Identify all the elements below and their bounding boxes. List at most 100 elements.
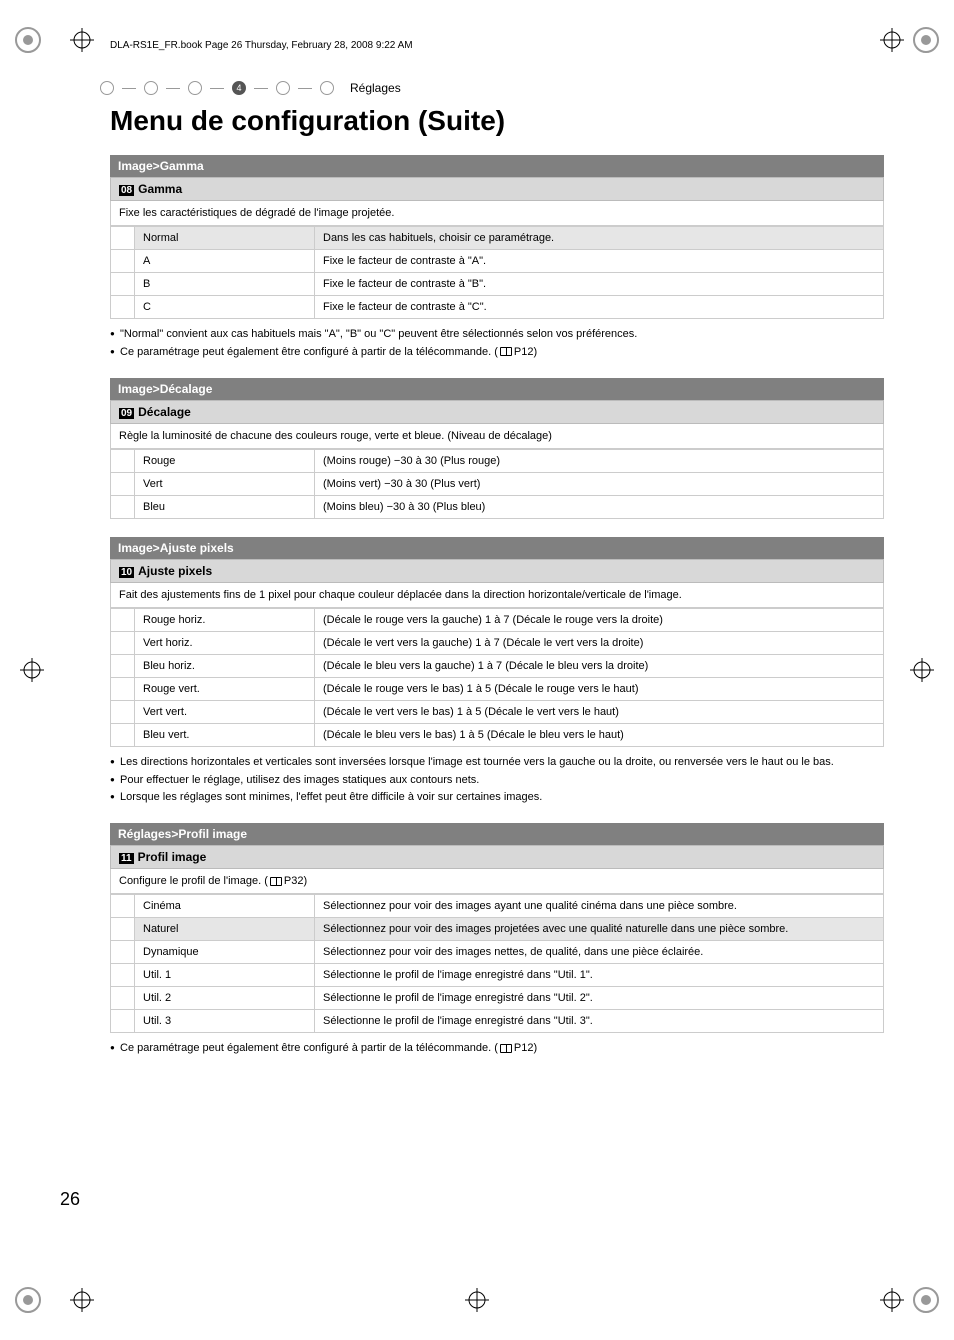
- crop-mark-icon: [70, 28, 94, 52]
- option-desc: (Décale le rouge vers la gauche) 1 à 7 (…: [315, 608, 884, 631]
- option-desc: Sélectionnez pour voir des images projet…: [315, 918, 884, 941]
- subheader-label: Décalage: [138, 405, 191, 419]
- option-name: Util. 3: [135, 1010, 315, 1033]
- notes-list: Ce paramétrage peut également être confi…: [110, 1041, 884, 1056]
- option-desc: Dans les cas habituels, choisir ce param…: [315, 227, 884, 250]
- notes-list: "Normal" convient aux cas habituels mais…: [110, 327, 884, 360]
- option-name: Rouge: [135, 449, 315, 472]
- option-name: Bleu horiz.: [135, 654, 315, 677]
- table-row: Util. 3Sélectionne le profil de l'image …: [111, 1010, 884, 1033]
- options-table: CinémaSélectionnez pour voir des images …: [110, 894, 884, 1033]
- option-name: Dynamique: [135, 941, 315, 964]
- section-header: Réglages>Profil image: [110, 823, 884, 845]
- section-description: Configure le profil de l'image. (P32): [110, 869, 884, 894]
- corner-ornament-icon: [12, 1284, 44, 1316]
- option-name: Rouge horiz.: [135, 608, 315, 631]
- option-desc: (Moins rouge) −30 à 30 (Plus rouge): [315, 449, 884, 472]
- option-name: Vert horiz.: [135, 631, 315, 654]
- table-row: CinémaSélectionnez pour voir des images …: [111, 895, 884, 918]
- crop-mark-icon: [70, 1288, 94, 1312]
- option-name: Util. 2: [135, 987, 315, 1010]
- table-row: BFixe le facteur de contraste à "B".: [111, 273, 884, 296]
- table-row: NormalDans les cas habituels, choisir ce…: [111, 227, 884, 250]
- option-desc: (Moins vert) −30 à 30 (Plus vert): [315, 472, 884, 495]
- option-desc: Fixe le facteur de contraste à "C".: [315, 296, 884, 319]
- section-header: Image>Ajuste pixels: [110, 537, 884, 559]
- table-row: Util. 1Sélectionne le profil de l'image …: [111, 964, 884, 987]
- section-subheader: 08 Gamma: [110, 177, 884, 201]
- option-desc: Sélectionne le profil de l'image enregis…: [315, 987, 884, 1010]
- crop-mark-icon: [465, 1288, 489, 1312]
- nav-step-icon: [320, 81, 334, 95]
- option-name: Util. 1: [135, 964, 315, 987]
- table-row: Bleu(Moins bleu) −30 à 30 (Plus bleu): [111, 495, 884, 518]
- options-table: Rouge(Moins rouge) −30 à 30 (Plus rouge)…: [110, 449, 884, 519]
- table-row: NaturelSélectionnez pour voir des images…: [111, 918, 884, 941]
- note-item: "Normal" convient aux cas habituels mais…: [110, 327, 884, 342]
- nav-step-icon: [276, 81, 290, 95]
- page-title: Menu de configuration (Suite): [110, 105, 894, 137]
- table-row: Bleu horiz.(Décale le bleu vers la gauch…: [111, 654, 884, 677]
- option-desc: (Moins bleu) −30 à 30 (Plus bleu): [315, 495, 884, 518]
- nav-step-icon: [188, 81, 202, 95]
- option-name: Normal: [135, 227, 315, 250]
- option-desc: Sélectionnez pour voir des images ayant …: [315, 895, 884, 918]
- section-description: Fait des ajustements fins de 1 pixel pou…: [110, 583, 884, 608]
- option-name: Cinéma: [135, 895, 315, 918]
- item-number-badge: 11: [119, 853, 134, 864]
- book-header-line: DLA-RS1E_FR.book Page 26 Thursday, Febru…: [100, 40, 894, 51]
- subheader-label: Profil image: [138, 850, 207, 864]
- section-description: Fixe les caractéristiques de dégradé de …: [110, 201, 884, 226]
- section-subheader: 10Ajuste pixels: [110, 559, 884, 583]
- option-name: Vert vert.: [135, 700, 315, 723]
- option-desc: Sélectionnez pour voir des images nettes…: [315, 941, 884, 964]
- option-name: Rouge vert.: [135, 677, 315, 700]
- section-subheader: 09 Décalage: [110, 400, 884, 424]
- options-table: Rouge horiz.(Décale le rouge vers la gau…: [110, 608, 884, 747]
- section-header: Image>Gamma: [110, 155, 884, 177]
- page-number: 26: [60, 1189, 80, 1210]
- option-desc: (Décale le vert vers le bas) 1 à 5 (Déca…: [315, 700, 884, 723]
- section-gamma: Image>Gamma 08 Gamma Fixe les caractérist…: [110, 155, 884, 319]
- subheader-label: Gamma: [138, 182, 182, 196]
- note-item: Pour effectuer le réglage, utilisez des …: [110, 773, 884, 788]
- corner-ornament-icon: [12, 24, 44, 56]
- nav-step-icon: [100, 81, 114, 95]
- option-desc: Sélectionne le profil de l'image enregis…: [315, 964, 884, 987]
- table-row: DynamiqueSélectionnez pour voir des imag…: [111, 941, 884, 964]
- section-ajuste-pixels: Image>Ajuste pixels 10Ajuste pixels Fait…: [110, 537, 884, 747]
- option-desc: Fixe le facteur de contraste à "B".: [315, 273, 884, 296]
- page-ref-icon: [270, 877, 282, 886]
- table-row: Vert(Moins vert) −30 à 30 (Plus vert): [111, 472, 884, 495]
- option-name: Vert: [135, 472, 315, 495]
- section-subheader: 11 Profil image: [110, 845, 884, 869]
- section-description: Règle la luminosité de chacune des coule…: [110, 424, 884, 449]
- option-desc: (Décale le bleu vers la gauche) 1 à 7 (D…: [315, 654, 884, 677]
- corner-ornament-icon: [910, 24, 942, 56]
- item-number-badge: 09: [119, 408, 134, 419]
- note-item: Les directions horizontales et verticale…: [110, 755, 884, 770]
- option-name: C: [135, 296, 315, 319]
- note-item: Ce paramétrage peut également être confi…: [110, 1041, 884, 1056]
- options-table: NormalDans les cas habituels, choisir ce…: [110, 226, 884, 319]
- section-header: Image>Décalage: [110, 378, 884, 400]
- option-desc: (Décale le vert vers la gauche) 1 à 7 (D…: [315, 631, 884, 654]
- table-row: Bleu vert.(Décale le bleu vers le bas) 1…: [111, 723, 884, 746]
- corner-ornament-icon: [910, 1284, 942, 1316]
- crop-mark-icon: [20, 658, 44, 682]
- nav-step-icon: [144, 81, 158, 95]
- table-row: Rouge(Moins rouge) −30 à 30 (Plus rouge): [111, 449, 884, 472]
- section-profil-image: Réglages>Profil image 11 Profil image Con…: [110, 823, 884, 1033]
- nav-step-active-icon: 4: [232, 81, 246, 95]
- crop-mark-icon: [880, 1288, 904, 1312]
- option-name: Naturel: [135, 918, 315, 941]
- table-row: Vert vert.(Décale le vert vers le bas) 1…: [111, 700, 884, 723]
- item-number-badge: 08: [119, 185, 134, 196]
- page-ref-icon: [500, 1044, 512, 1053]
- section-decalage: Image>Décalage 09 Décalage Règle la lumin…: [110, 378, 884, 519]
- option-name: B: [135, 273, 315, 296]
- breadcrumb-label: Réglages: [350, 81, 401, 95]
- breadcrumb-dots: 4 Réglages: [100, 81, 894, 95]
- table-row: AFixe le facteur de contraste à "A".: [111, 250, 884, 273]
- option-desc: (Décale le bleu vers le bas) 1 à 5 (Déca…: [315, 723, 884, 746]
